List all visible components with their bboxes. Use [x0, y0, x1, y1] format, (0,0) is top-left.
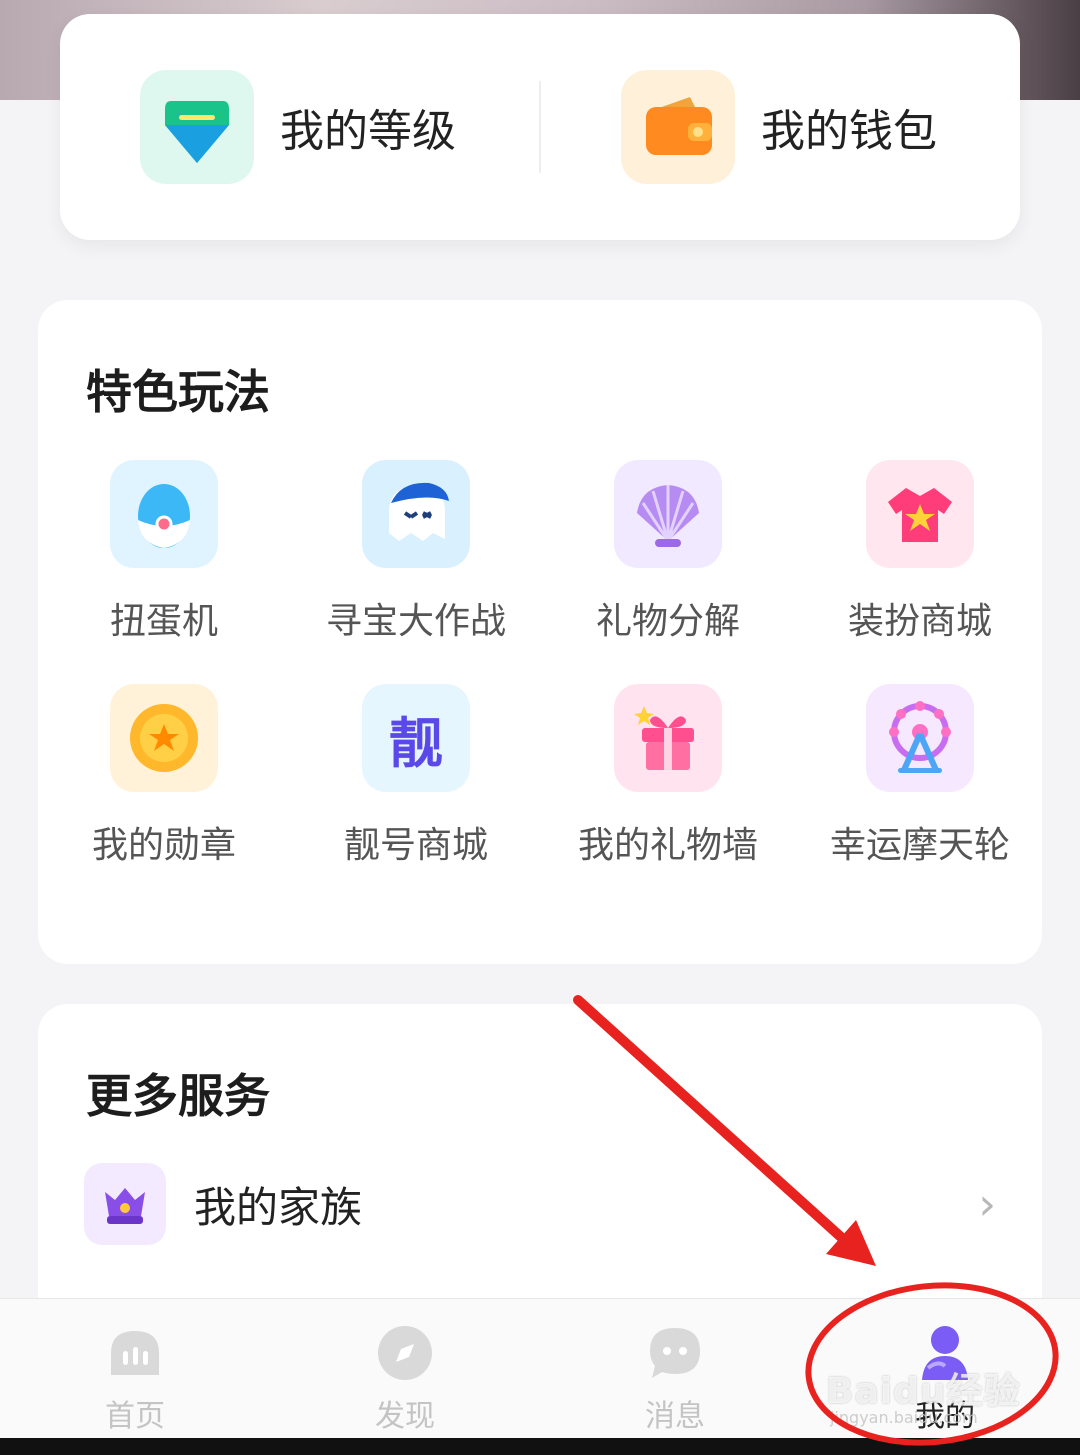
medal-icon — [110, 684, 218, 792]
my-level-label: 我的等级 — [280, 106, 456, 157]
family-crown-icon — [84, 1163, 166, 1245]
features-card: 特色玩法 扭蛋机 寻宝大作战 礼物分解 装扮商城 我的勋章 靓 靓号商城 我的礼… — [38, 300, 1042, 964]
feature-label: 装扮商城 — [847, 601, 992, 642]
my-level-entry[interactable]: 我的等级 — [60, 14, 539, 240]
feature-label: 我的礼物墙 — [577, 825, 758, 866]
services-title: 更多服务 — [86, 1069, 270, 1123]
feature-label: 我的勋章 — [91, 825, 236, 866]
wallet-icon — [621, 70, 735, 184]
feature-label: 幸运摩天轮 — [829, 825, 1010, 866]
tab-home-label: 首页 — [105, 1399, 165, 1434]
tab-discover-label: 发现 — [375, 1399, 435, 1434]
baidu-watermark-url: jingyan.baidu.com — [830, 1408, 978, 1427]
baidu-watermark: Baidu经验 — [826, 1371, 1021, 1412]
tab-messages-label: 消息 — [645, 1399, 705, 1434]
gift-icon — [614, 684, 722, 792]
feature-gacha[interactable]: 扭蛋机 — [38, 460, 290, 644]
chat-icon — [645, 1323, 705, 1383]
my-wallet-label: 我的钱包 — [761, 106, 937, 157]
level-gem-icon — [140, 70, 254, 184]
level-wallet-card: 我的等级 我的钱包 — [60, 14, 1020, 240]
shirt-star-icon — [866, 460, 974, 568]
ferris-wheel-icon — [866, 684, 974, 792]
feature-treasure-hunt[interactable]: 寻宝大作战 — [290, 460, 542, 644]
feature-my-medal[interactable]: 我的勋章 — [38, 684, 290, 868]
feature-lucky-ferris-wheel[interactable]: 幸运摩天轮 — [794, 684, 1046, 868]
system-nav-bar — [0, 1438, 1080, 1455]
service-label: 我的家族 — [194, 1182, 363, 1232]
feature-label: 扭蛋机 — [109, 601, 218, 642]
compass-icon — [375, 1323, 435, 1383]
services-card: 更多服务 我的家族 › — [38, 1004, 1042, 1334]
gacha-egg-icon — [110, 460, 218, 568]
treasure-hunt-icon — [362, 460, 470, 568]
feature-dress-shop[interactable]: 装扮商城 — [794, 460, 1046, 644]
my-wallet-entry[interactable]: 我的钱包 — [541, 14, 1020, 240]
tab-home[interactable]: 首页 — [35, 1299, 235, 1439]
feature-gift-decompose[interactable]: 礼物分解 — [542, 460, 794, 644]
service-my-family[interactable]: 我的家族 › — [84, 1162, 996, 1246]
feature-label: 靓号商城 — [343, 825, 488, 866]
pretty-number-icon: 靓 — [362, 684, 470, 792]
tab-discover[interactable]: 发现 — [305, 1299, 505, 1439]
feature-label: 礼物分解 — [595, 601, 740, 642]
shell-icon — [614, 460, 722, 568]
home-icon — [105, 1323, 165, 1383]
feature-gift-wall[interactable]: 我的礼物墙 — [542, 684, 794, 868]
features-title: 特色玩法 — [86, 365, 270, 419]
chevron-right-icon: › — [978, 1178, 996, 1230]
feature-pretty-number-shop[interactable]: 靓 靓号商城 — [290, 684, 542, 868]
feature-label: 寻宝大作战 — [325, 601, 506, 642]
pretty-number-glyph: 靓 — [389, 711, 443, 775]
tab-messages[interactable]: 消息 — [575, 1299, 775, 1439]
